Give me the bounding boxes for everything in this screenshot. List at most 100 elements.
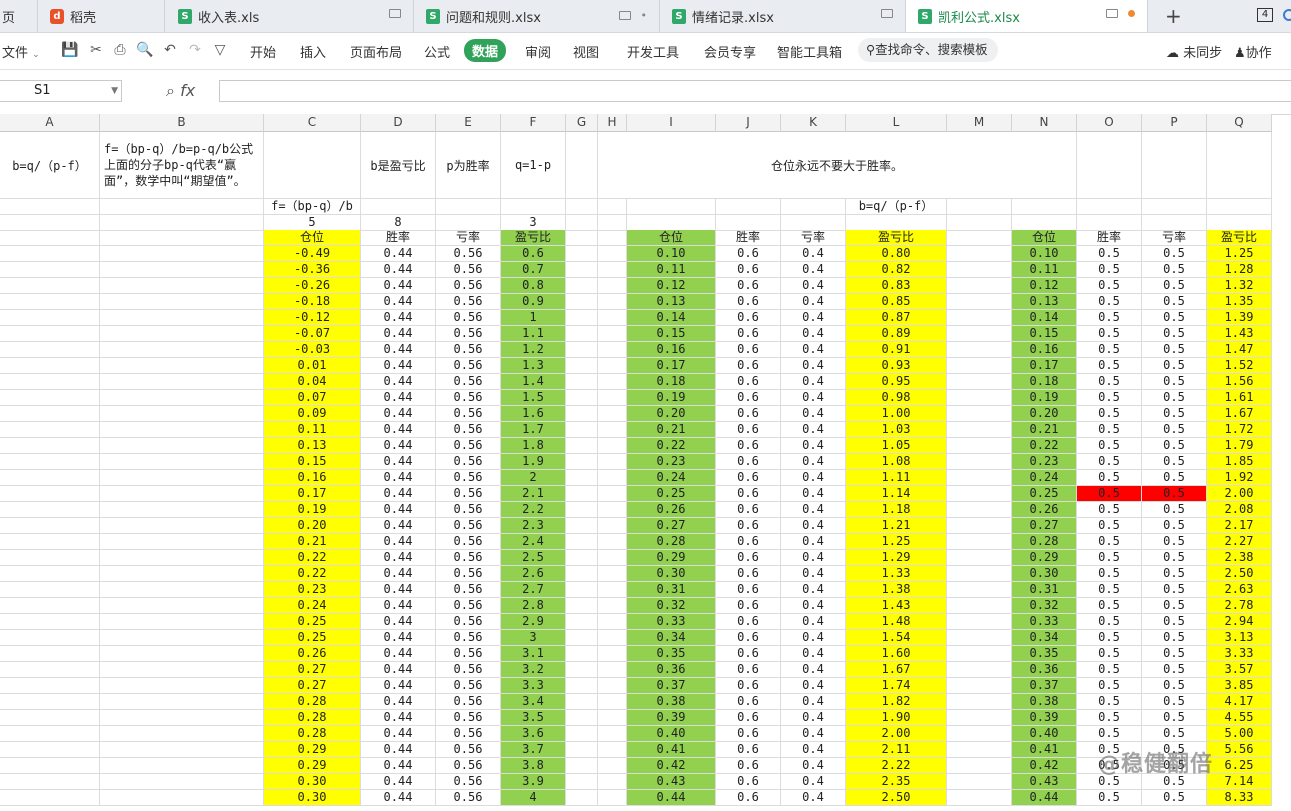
table-cell[interactable]: 5.56 — [1207, 742, 1272, 758]
table-cell[interactable] — [598, 518, 627, 534]
table-cell[interactable] — [100, 566, 264, 582]
table-cell[interactable] — [947, 518, 1012, 534]
table-cell[interactable]: 1 — [501, 310, 566, 326]
table-cell[interactable]: 3.1 — [501, 646, 566, 662]
save-icon[interactable]: 💾 — [61, 41, 79, 59]
table-cell[interactable]: 0.56 — [436, 598, 501, 614]
table-header-cell[interactable]: 胜率 — [716, 230, 781, 246]
table-cell[interactable]: 2.17 — [1207, 518, 1272, 534]
table-cell[interactable]: 0.6 — [716, 646, 781, 662]
table-cell[interactable]: 0.44 — [361, 678, 436, 694]
table-cell[interactable] — [0, 758, 100, 774]
table-cell[interactable]: 0.56 — [436, 518, 501, 534]
table-cell[interactable] — [0, 566, 100, 582]
cell-g1[interactable] — [566, 132, 598, 199]
table-cell[interactable] — [947, 310, 1012, 326]
table-cell[interactable] — [100, 774, 264, 790]
table-cell[interactable]: 0.5 — [1142, 390, 1207, 406]
cell-n2[interactable] — [1012, 199, 1077, 215]
customize-icon[interactable]: ▽ — [211, 41, 229, 59]
column-header-h[interactable]: H — [598, 114, 627, 132]
cell-e2[interactable] — [436, 199, 501, 215]
table-cell[interactable]: 0.44 — [361, 454, 436, 470]
cell-m2[interactable] — [947, 199, 1012, 215]
table-cell[interactable]: 0.4 — [781, 294, 846, 310]
table-cell[interactable] — [566, 390, 598, 406]
table-cell[interactable]: 2.00 — [1207, 486, 1272, 502]
fx-icon[interactable]: fx — [180, 81, 195, 100]
table-cell[interactable] — [0, 534, 100, 550]
menu-insert[interactable]: 插入 — [300, 42, 326, 61]
table-cell[interactable]: 3.57 — [1207, 662, 1272, 678]
table-cell[interactable]: 0.40 — [1012, 726, 1077, 742]
column-header-n[interactable]: N — [1012, 114, 1077, 132]
table-cell[interactable]: 2.38 — [1207, 550, 1272, 566]
table-cell[interactable]: 0.4 — [781, 454, 846, 470]
column-header-p[interactable]: P — [1142, 114, 1207, 132]
table-cell[interactable]: 0.5 — [1142, 614, 1207, 630]
table-cell[interactable] — [598, 758, 627, 774]
table-cell[interactable]: 0.23 — [627, 454, 716, 470]
table-cell[interactable] — [0, 262, 100, 278]
table-cell[interactable]: 0.56 — [436, 438, 501, 454]
table-cell[interactable] — [566, 790, 598, 806]
column-header-f[interactable]: F — [501, 114, 566, 132]
table-cell[interactable] — [598, 390, 627, 406]
table-cell[interactable] — [0, 518, 100, 534]
table-cell[interactable]: 0.56 — [436, 742, 501, 758]
table-cell[interactable] — [566, 614, 598, 630]
table-cell[interactable] — [0, 694, 100, 710]
table-cell[interactable]: 0.44 — [361, 310, 436, 326]
table-cell[interactable]: 1.2 — [501, 342, 566, 358]
table-cell[interactable]: 3.6 — [501, 726, 566, 742]
table-header-cell[interactable]: 仓位 — [264, 230, 361, 246]
table-cell[interactable] — [947, 374, 1012, 390]
table-cell[interactable] — [947, 342, 1012, 358]
table-header-cell[interactable]: 盈亏比 — [846, 230, 947, 246]
table-cell[interactable]: 0.22 — [264, 550, 361, 566]
table-cell[interactable] — [566, 534, 598, 550]
table-cell[interactable] — [566, 502, 598, 518]
table-cell[interactable] — [0, 326, 100, 342]
cell-d1[interactable]: b是盈亏比 — [361, 132, 436, 199]
cell-l2[interactable]: b=q/（p-f） — [846, 199, 947, 215]
table-cell[interactable] — [598, 438, 627, 454]
menu-start[interactable]: 开始 — [250, 42, 276, 61]
table-cell[interactable] — [0, 550, 100, 566]
table-cell[interactable] — [598, 470, 627, 486]
table-cell[interactable]: 0.19 — [264, 502, 361, 518]
table-cell[interactable]: 0.5 — [1142, 534, 1207, 550]
tab-docer[interactable]: d 稻壳 — [38, 0, 165, 32]
table-cell[interactable]: 0.30 — [627, 566, 716, 582]
table-cell[interactable]: 0.6 — [716, 518, 781, 534]
table-cell[interactable]: 1.38 — [846, 582, 947, 598]
table-cell[interactable] — [598, 694, 627, 710]
table-cell[interactable]: 0.4 — [781, 710, 846, 726]
table-cell[interactable]: 2.6 — [501, 566, 566, 582]
table-cell[interactable] — [598, 374, 627, 390]
table-cell[interactable]: 0.29 — [264, 758, 361, 774]
table-cell[interactable]: 0.5 — [1077, 486, 1142, 502]
table-cell[interactable] — [100, 758, 264, 774]
table-cell[interactable]: 1.43 — [846, 598, 947, 614]
cell-l3[interactable] — [846, 215, 947, 231]
table-cell[interactable]: 0.44 — [361, 294, 436, 310]
table-cell[interactable]: 0.44 — [361, 278, 436, 294]
table-cell[interactable] — [566, 710, 598, 726]
table-cell[interactable]: 0.6 — [716, 582, 781, 598]
table-cell[interactable]: 0.5 — [1077, 454, 1142, 470]
table-cell[interactable] — [947, 294, 1012, 310]
table-cell[interactable] — [566, 406, 598, 422]
table-cell[interactable]: 0.5 — [1077, 470, 1142, 486]
table-cell[interactable] — [566, 774, 598, 790]
table-cell[interactable] — [566, 598, 598, 614]
table-cell[interactable]: 0.5 — [1142, 406, 1207, 422]
table-cell[interactable]: 0.5 — [1077, 358, 1142, 374]
table-cell[interactable]: 1.25 — [1207, 246, 1272, 262]
table-cell[interactable] — [947, 486, 1012, 502]
table-cell[interactable]: 0.12 — [1012, 278, 1077, 294]
table-cell[interactable] — [566, 646, 598, 662]
table-cell[interactable]: 0.6 — [716, 470, 781, 486]
table-cell[interactable]: 0.6 — [716, 694, 781, 710]
table-cell[interactable]: 0.44 — [1012, 790, 1077, 806]
